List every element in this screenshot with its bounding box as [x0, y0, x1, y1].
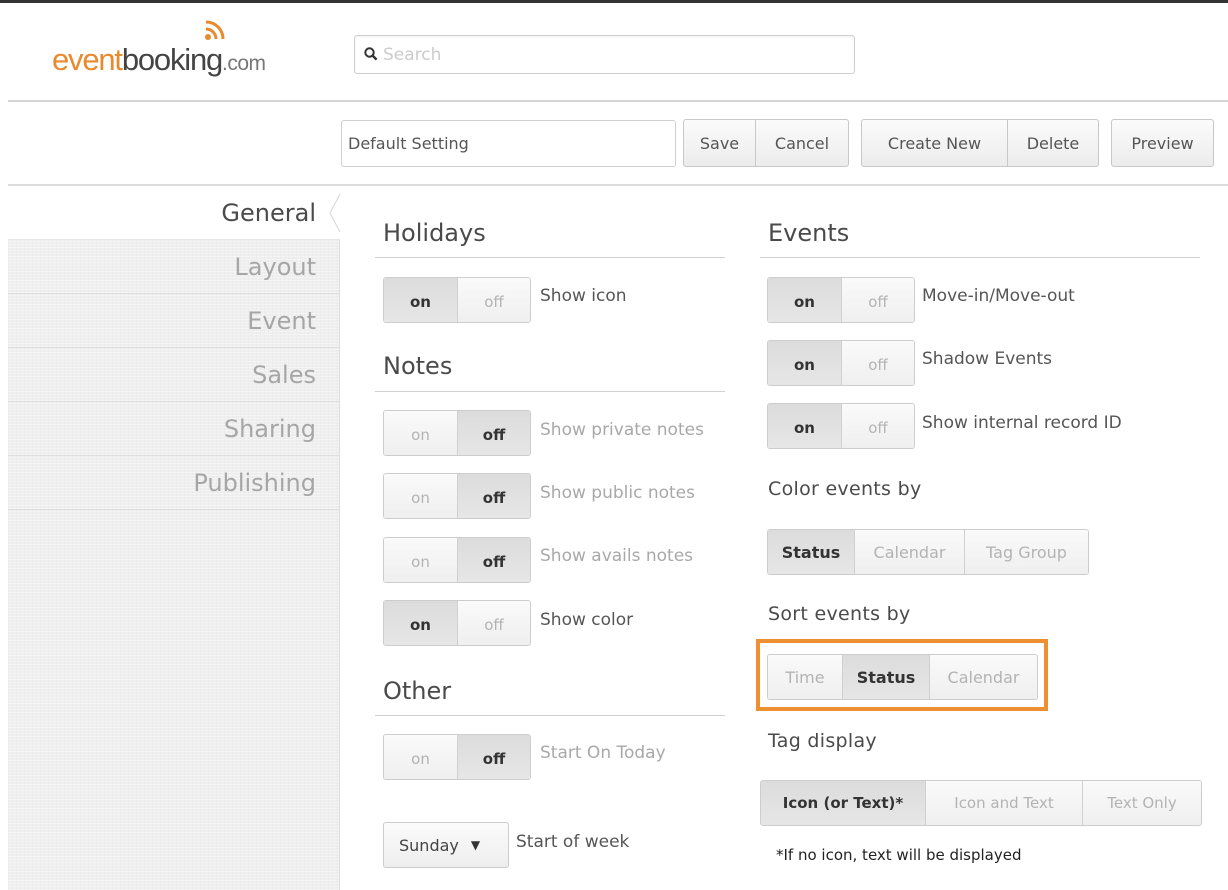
shadow-events-toggle[interactable]: on off [767, 340, 915, 386]
internal-record-id-label: Show internal record ID [922, 413, 1122, 433]
sort-events-by-group: Time Status Calendar [767, 654, 1038, 700]
tag-display-icon-and-text-option[interactable]: Icon and Text [925, 781, 1082, 825]
toggle-off[interactable]: off [457, 278, 530, 322]
cancel-button[interactable]: Cancel [755, 119, 849, 167]
sidebar-item-sales[interactable]: Sales [8, 348, 340, 402]
week-start-value: Sunday [399, 835, 459, 855]
toggle-off[interactable]: off [457, 474, 530, 518]
show-color-toggle[interactable]: on off [383, 600, 531, 646]
tag-display-group: Icon (or Text)* Icon and Text Text Only [760, 780, 1202, 826]
search-icon [364, 47, 378, 61]
sidebar-item-label: Publishing [193, 469, 316, 497]
toggle-on[interactable]: on [384, 278, 457, 322]
sidebar-item-label: Sales [252, 361, 316, 389]
events-divider [760, 257, 1200, 258]
header-divider [8, 100, 1228, 102]
preview-button[interactable]: Preview [1111, 119, 1214, 167]
toggle-on[interactable]: on [768, 404, 841, 448]
move-in-out-label: Move-in/Move-out [922, 286, 1075, 306]
start-on-today-toggle[interactable]: on off [383, 734, 531, 780]
sidebar-item-label: General [221, 199, 316, 227]
color-by-calendar-option[interactable]: Calendar [854, 530, 964, 574]
rss-icon [205, 20, 225, 40]
sidebar-item-label: Event [247, 307, 316, 335]
sidebar-item-layout[interactable]: Layout [8, 240, 340, 294]
show-avails-notes-toggle[interactable]: on off [383, 537, 531, 583]
active-notch-icon [329, 194, 354, 232]
top-border [0, 0, 1228, 3]
sort-events-by-label: Sort events by [768, 603, 911, 625]
toggle-off[interactable]: off [457, 411, 530, 455]
sort-by-status-option[interactable]: Status [842, 655, 929, 699]
create-new-button[interactable]: Create New [861, 119, 1008, 167]
notes-divider [375, 391, 725, 392]
show-public-notes-toggle[interactable]: on off [383, 473, 531, 519]
week-start-select[interactable]: Sunday ▼ [383, 822, 509, 868]
search-input[interactable] [383, 40, 843, 69]
toggle-on[interactable]: on [384, 538, 457, 582]
toggle-off[interactable]: off [457, 601, 530, 645]
events-title: Events [768, 219, 850, 247]
toggle-off[interactable]: off [841, 278, 914, 322]
show-public-notes-label: Show public notes [540, 483, 695, 503]
delete-button[interactable]: Delete [1007, 119, 1099, 167]
holidays-title: Holidays [383, 219, 486, 247]
sort-by-calendar-option[interactable]: Calendar [929, 655, 1037, 699]
notes-title: Notes [383, 352, 453, 380]
toggle-on[interactable]: on [384, 474, 457, 518]
search-box[interactable] [354, 35, 855, 74]
other-divider [375, 715, 725, 716]
setting-name-field[interactable] [341, 120, 676, 167]
tag-display-icon-or-text-option[interactable]: Icon (or Text)* [761, 781, 925, 825]
toolbar: Save Cancel Create New Delete Preview [0, 118, 1228, 168]
show-icon-toggle[interactable]: on off [383, 277, 531, 323]
sidebar-item-label: Sharing [223, 415, 316, 443]
sidebar-item-label: Layout [234, 253, 316, 281]
logo-text: eventbooking.com [52, 42, 266, 77]
internal-record-id-toggle[interactable]: on off [767, 403, 915, 449]
shadow-events-label: Shadow Events [922, 349, 1053, 369]
toggle-off[interactable]: off [841, 341, 914, 385]
color-by-status-option[interactable]: Status [768, 530, 854, 574]
sidebar-item-sharing[interactable]: Sharing [8, 402, 340, 456]
color-by-tag-group-option[interactable]: Tag Group [964, 530, 1088, 574]
show-avails-notes-label: Show avails notes [540, 546, 694, 566]
week-start-label: Start of week [516, 832, 630, 852]
toggle-off[interactable]: off [457, 735, 530, 779]
tag-display-footnote: *If no icon, text will be displayed [776, 846, 1022, 864]
show-color-label: Show color [540, 610, 634, 630]
sidebar-item-publishing[interactable]: Publishing [8, 456, 340, 510]
color-events-by-group: Status Calendar Tag Group [767, 529, 1089, 575]
tag-display-label: Tag display [768, 730, 877, 752]
start-on-today-label: Start On Today [540, 743, 666, 763]
toggle-on[interactable]: on [384, 411, 457, 455]
sidebar: General Layout Event Sales Sharing Publi… [8, 186, 354, 890]
show-private-notes-label: Show private notes [540, 420, 704, 440]
toggle-off[interactable]: off [457, 538, 530, 582]
show-private-notes-toggle[interactable]: on off [383, 410, 531, 456]
toggle-off[interactable]: off [841, 404, 914, 448]
sidebar-item-general[interactable]: General [8, 186, 354, 240]
move-in-out-toggle[interactable]: on off [767, 277, 915, 323]
holidays-divider [375, 257, 725, 258]
tag-display-text-only-option[interactable]: Text Only [1082, 781, 1201, 825]
toggle-on[interactable]: on [384, 601, 457, 645]
color-events-by-label: Color events by [768, 478, 922, 500]
toggle-on[interactable]: on [768, 341, 841, 385]
sort-by-time-option[interactable]: Time [768, 655, 842, 699]
save-button[interactable]: Save [683, 119, 756, 167]
other-title: Other [383, 677, 452, 705]
dropdown-caret-icon: ▼ [470, 838, 481, 852]
toggle-on[interactable]: on [384, 735, 457, 779]
show-icon-label: Show icon [540, 286, 627, 306]
toggle-on[interactable]: on [768, 278, 841, 322]
sidebar-item-event[interactable]: Event [8, 294, 340, 348]
